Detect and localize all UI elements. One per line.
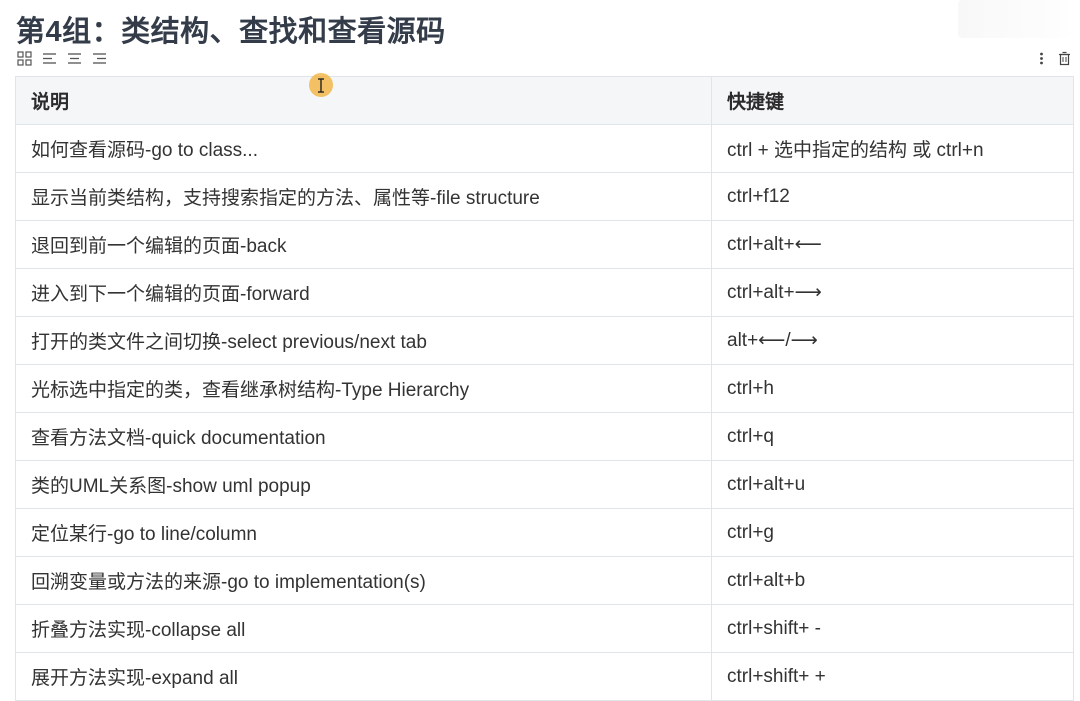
cell-description[interactable]: 退回到前一个编辑的页面-back [15, 220, 712, 269]
table-row: 折叠方法实现-collapse all ctrl+shift+ - [15, 604, 1074, 653]
cell-description[interactable]: 定位某行-go to line/column [15, 508, 712, 557]
cell-shortcut[interactable]: ctrl+alt+⟶ [711, 268, 1074, 317]
cell-shortcut[interactable]: ctrl+g [711, 508, 1074, 557]
table-row: 退回到前一个编辑的页面-back ctrl+alt+⟵ [15, 220, 1074, 269]
cell-description[interactable]: 打开的类文件之间切换-select previous/next tab [15, 316, 712, 365]
cell-shortcut[interactable]: ctrl+f12 [711, 172, 1074, 221]
cell-shortcut[interactable]: ctrl+alt+b [711, 556, 1074, 605]
page: 第4组：类结构、查找和查看源码 说明 快捷键 如何查看源码-go to clas… [0, 0, 1080, 701]
cell-description[interactable]: 进入到下一个编辑的页面-forward [15, 268, 712, 317]
table-row: 定位某行-go to line/column ctrl+g [15, 508, 1074, 557]
more-vertical-icon[interactable] [1033, 50, 1050, 66]
column-header-description[interactable]: 说明 [15, 76, 712, 125]
table-row: 进入到下一个编辑的页面-forward ctrl+alt+⟶ [15, 268, 1074, 317]
cell-description[interactable]: 光标选中指定的类，查看继承树结构-Type Hierarchy [15, 364, 712, 413]
delete-icon[interactable] [1056, 50, 1073, 66]
table-grid-icon[interactable] [16, 50, 33, 66]
shortcut-table-container: 说明 快捷键 如何查看源码-go to class... ctrl + 选中指定的… [15, 76, 1074, 701]
page-title: 第4组：类结构、查找和查看源码 [16, 16, 446, 48]
cell-description[interactable]: 显示当前类结构，支持搜索指定的方法、属性等-file structure [15, 172, 712, 221]
table-row: 查看方法文档-quick documentation ctrl+q [15, 412, 1074, 461]
cell-description[interactable]: 展开方法实现-expand all [15, 652, 712, 701]
table-row: 类的UML关系图-show uml popup ctrl+alt+u [15, 460, 1074, 509]
table-toolbar [16, 50, 108, 66]
align-right-icon[interactable] [91, 50, 108, 66]
table-row: 回溯变量或方法的来源-go to implementation(s) ctrl+a… [15, 556, 1074, 605]
cell-shortcut[interactable]: ctrl+alt+u [711, 460, 1074, 509]
column-header-shortcut[interactable]: 快捷键 [711, 76, 1074, 125]
cell-description[interactable]: 折叠方法实现-collapse all [15, 604, 712, 653]
cell-description[interactable]: 查看方法文档-quick documentation [15, 412, 712, 461]
cell-shortcut[interactable]: ctrl + 选中指定的结构 或 ctrl+n [711, 124, 1074, 173]
table-row: 如何查看源码-go to class... ctrl + 选中指定的结构 或 ct… [15, 124, 1074, 173]
table-row: 光标选中指定的类，查看继承树结构-Type Hierarchy ctrl+h [15, 364, 1074, 413]
align-left-icon[interactable] [41, 50, 58, 66]
cell-shortcut[interactable]: alt+⟵/⟶ [711, 316, 1074, 365]
watermark [958, 0, 1068, 38]
cell-shortcut[interactable]: ctrl+alt+⟵ [711, 220, 1074, 269]
table-row: 打开的类文件之间切换-select previous/next tab alt+⟵… [15, 316, 1074, 365]
cell-description[interactable]: 类的UML关系图-show uml popup [15, 460, 712, 509]
table-header-row: 说明 快捷键 [15, 76, 1074, 125]
align-center-icon[interactable] [66, 50, 83, 66]
cell-description[interactable]: 回溯变量或方法的来源-go to implementation(s) [15, 556, 712, 605]
cell-shortcut[interactable]: ctrl+q [711, 412, 1074, 461]
cell-shortcut[interactable]: ctrl+shift+ - [711, 604, 1074, 653]
shortcut-table: 说明 快捷键 如何查看源码-go to class... ctrl + 选中指定的… [15, 76, 1074, 701]
cell-shortcut[interactable]: ctrl+h [711, 364, 1074, 413]
table-row: 展开方法实现-expand all ctrl+shift+ + [15, 652, 1074, 701]
cell-description[interactable]: 如何查看源码-go to class... [15, 124, 712, 173]
cell-shortcut[interactable]: ctrl+shift+ + [711, 652, 1074, 701]
table-row: 显示当前类结构，支持搜索指定的方法、属性等-file structure ctrl… [15, 172, 1074, 221]
table-right-tools [1033, 50, 1073, 66]
